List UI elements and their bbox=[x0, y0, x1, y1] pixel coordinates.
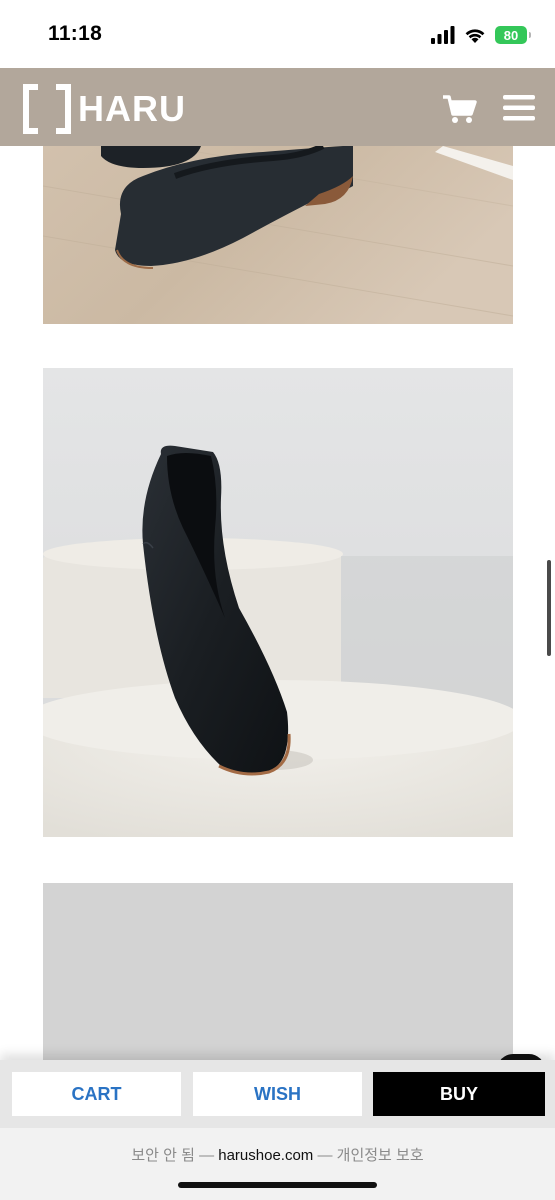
home-indicator[interactable] bbox=[178, 1182, 377, 1188]
address-domain: harushoe.com bbox=[218, 1147, 314, 1164]
haru-logo[interactable]: HARU bbox=[22, 84, 186, 134]
wish-button[interactable]: WISH bbox=[193, 1072, 362, 1116]
browser-address-bar[interactable]: 보안 안 됨 — harushoe.com — 개인정보 보호 bbox=[0, 1128, 555, 1200]
privacy-note: — 개인정보 보호 bbox=[313, 1147, 424, 1164]
product-image-stool bbox=[43, 368, 513, 837]
site-header: HARU bbox=[0, 68, 555, 146]
scroll-indicator[interactable] bbox=[547, 560, 551, 656]
action-bar: CART WISH BUY bbox=[0, 1060, 555, 1128]
cart-button[interactable]: CART bbox=[12, 1072, 181, 1116]
logo-text: HARU bbox=[78, 88, 186, 129]
hamburger-menu-icon[interactable] bbox=[503, 94, 535, 122]
status-bar: 11:18 80 bbox=[0, 0, 555, 68]
buy-button[interactable]: BUY bbox=[373, 1072, 545, 1116]
logo-bracket-icon bbox=[23, 84, 71, 134]
wifi-icon bbox=[465, 29, 485, 43]
shopping-cart-icon[interactable] bbox=[442, 94, 478, 124]
battery-indicator: 80 bbox=[495, 26, 531, 44]
product-image-grey bbox=[43, 883, 513, 1063]
product-image-floor bbox=[43, 146, 513, 324]
security-warning: 보안 안 됨 — bbox=[131, 1147, 219, 1164]
status-time: 11:18 bbox=[48, 22, 103, 45]
address-text[interactable]: 보안 안 됨 — harushoe.com — 개인정보 보호 bbox=[0, 1144, 555, 1165]
signal-icon bbox=[431, 26, 455, 44]
status-icons: 80 bbox=[431, 24, 531, 46]
battery-level: 80 bbox=[503, 27, 519, 43]
